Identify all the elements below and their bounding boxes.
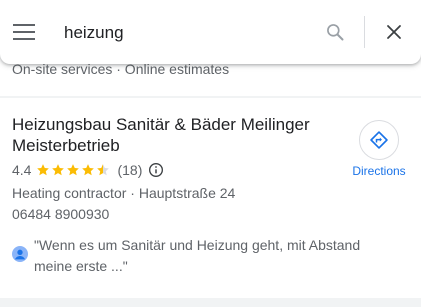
star-full-icon — [37, 164, 50, 176]
review-count[interactable]: (18) — [117, 162, 142, 178]
directions-label[interactable]: Directions — [347, 164, 411, 178]
star-full-icon — [67, 164, 80, 176]
search-divider — [364, 16, 365, 48]
avatar-icon — [12, 246, 28, 262]
search-input[interactable] — [64, 20, 304, 46]
star-half-icon — [97, 164, 110, 176]
result-title[interactable]: Heizungsbau Sanitär & Bäder Meilinger Me… — [12, 114, 347, 156]
search-icon[interactable] — [325, 22, 345, 42]
category-address: Heating contractor · Hauptstraße 24 — [12, 185, 236, 201]
review-text: "Wenn es um Sanitär und Heizung geht, mi… — [34, 237, 361, 274]
star-full-icon — [52, 164, 65, 176]
directions-button[interactable]: Directions — [347, 120, 411, 178]
star-full-icon — [82, 164, 95, 176]
star-rating — [36, 163, 111, 177]
menu-icon[interactable] — [13, 24, 35, 40]
rating-value: 4.4 — [12, 162, 32, 178]
close-icon[interactable] — [385, 23, 403, 41]
review-snippet: "Wenn es um Sanitär und Heizung geht, mi… — [12, 235, 402, 277]
directions-icon — [370, 131, 388, 149]
directions-circle[interactable] — [359, 120, 399, 160]
rating-row: 4.4 (18) — [12, 161, 164, 179]
info-icon[interactable] — [148, 162, 164, 178]
search-bar — [0, 0, 421, 64]
phone-number[interactable]: 06484 8900930 — [12, 206, 109, 222]
result-card[interactable]: Heizungsbau Sanitär & Bäder Meilinger Me… — [0, 98, 421, 298]
